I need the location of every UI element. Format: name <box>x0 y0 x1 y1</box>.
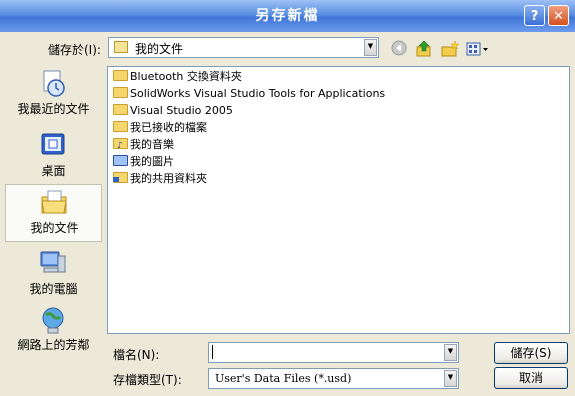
save-in-dropdown[interactable]: 我的文件 ▼ <box>108 37 379 58</box>
pictures-folder-icon <box>113 155 128 166</box>
filename-input[interactable]: ▼ <box>208 342 459 363</box>
list-item[interactable]: SolidWorks Visual Studio Tools for Appli… <box>113 85 385 102</box>
recent-documents-icon <box>43 70 65 97</box>
folder-icon <box>113 104 128 115</box>
folder-icon <box>113 121 128 132</box>
list-item[interactable]: ♪ 我的音樂 <box>113 136 174 153</box>
filetype-value: User's Data Files (*.usd) <box>215 372 352 385</box>
places-item-my-documents[interactable]: 我的文件 <box>5 184 102 242</box>
places-label-desktop: 桌面 <box>41 164 66 178</box>
places-label-my-computer: 我的電腦 <box>29 282 78 296</box>
places-item-recent[interactable]: 我最近的文件 <box>5 66 102 124</box>
places-label-network: 網路上的芳鄰 <box>17 338 90 352</box>
folder-icon <box>113 70 128 81</box>
file-name: SolidWorks Visual Studio Tools for Appli… <box>130 87 386 100</box>
save-in-label: 儲存於(I): <box>48 43 101 57</box>
filetype-label: 存檔類型(T): <box>113 373 182 387</box>
chevron-down-icon[interactable]: ▼ <box>444 344 457 361</box>
back-icon[interactable] <box>390 40 408 58</box>
dialog-title: 另存新檔 <box>255 8 320 24</box>
up-folder-icon[interactable] <box>415 40 433 58</box>
cancel-button[interactable]: 取消 <box>494 367 568 389</box>
list-item[interactable]: Bluetooth 交換資料夾 <box>113 68 242 85</box>
places-bar: 我最近的文件 桌面 我的文件 我的電腦 網路上的芳鄰 <box>5 66 102 366</box>
my-documents-icon <box>41 190 67 214</box>
places-item-my-computer[interactable]: 我的電腦 <box>5 246 102 304</box>
views-menu-icon[interactable] <box>465 40 491 58</box>
file-name: 我的圖片 <box>130 155 174 168</box>
my-computer-icon <box>40 251 66 273</box>
chevron-down-icon[interactable]: ▼ <box>364 39 377 56</box>
places-item-desktop[interactable]: 桌面 <box>5 128 102 186</box>
file-name: Bluetooth 交換資料夾 <box>130 70 242 83</box>
new-folder-icon[interactable] <box>441 40 460 58</box>
file-name: Visual Studio 2005 <box>130 104 233 117</box>
save-button[interactable]: 儲存(S) <box>494 342 568 364</box>
file-name: 我已接收的檔案 <box>130 121 207 134</box>
network-places-icon <box>42 307 64 334</box>
file-name: 我的共用資料夾 <box>130 172 207 185</box>
help-button[interactable]: ? <box>524 5 545 26</box>
file-list[interactable]: Bluetooth 交換資料夾 SolidWorks Visual Studio… <box>107 66 570 334</box>
documents-folder-icon <box>114 41 128 53</box>
close-button[interactable]: ✕ <box>548 5 569 26</box>
save-as-dialog: 另存新檔 ? ✕ 儲存於(I): 我的文件 ▼ 我最近的文件 桌面 我的文件 我… <box>0 0 575 396</box>
filename-label: 檔名(N): <box>113 348 160 362</box>
list-item[interactable]: 我已接收的檔案 <box>113 119 207 136</box>
places-label-recent: 我最近的文件 <box>17 102 90 116</box>
chevron-down-icon[interactable]: ▼ <box>444 370 457 387</box>
desktop-icon <box>41 133 65 155</box>
list-item[interactable]: Visual Studio 2005 <box>113 102 233 119</box>
text-cursor <box>212 345 213 359</box>
file-name: 我的音樂 <box>130 138 174 151</box>
list-item[interactable]: 我的圖片 <box>113 153 174 170</box>
places-item-network[interactable]: 網路上的芳鄰 <box>5 304 102 362</box>
places-label-my-documents: 我的文件 <box>30 221 79 235</box>
filetype-dropdown[interactable]: User's Data Files (*.usd) ▼ <box>208 368 459 389</box>
folder-icon <box>113 87 128 98</box>
shared-folder-icon <box>113 172 128 183</box>
list-item[interactable]: 我的共用資料夾 <box>113 170 207 187</box>
music-folder-icon: ♪ <box>113 138 128 151</box>
save-in-value: 我的文件 <box>135 42 184 56</box>
